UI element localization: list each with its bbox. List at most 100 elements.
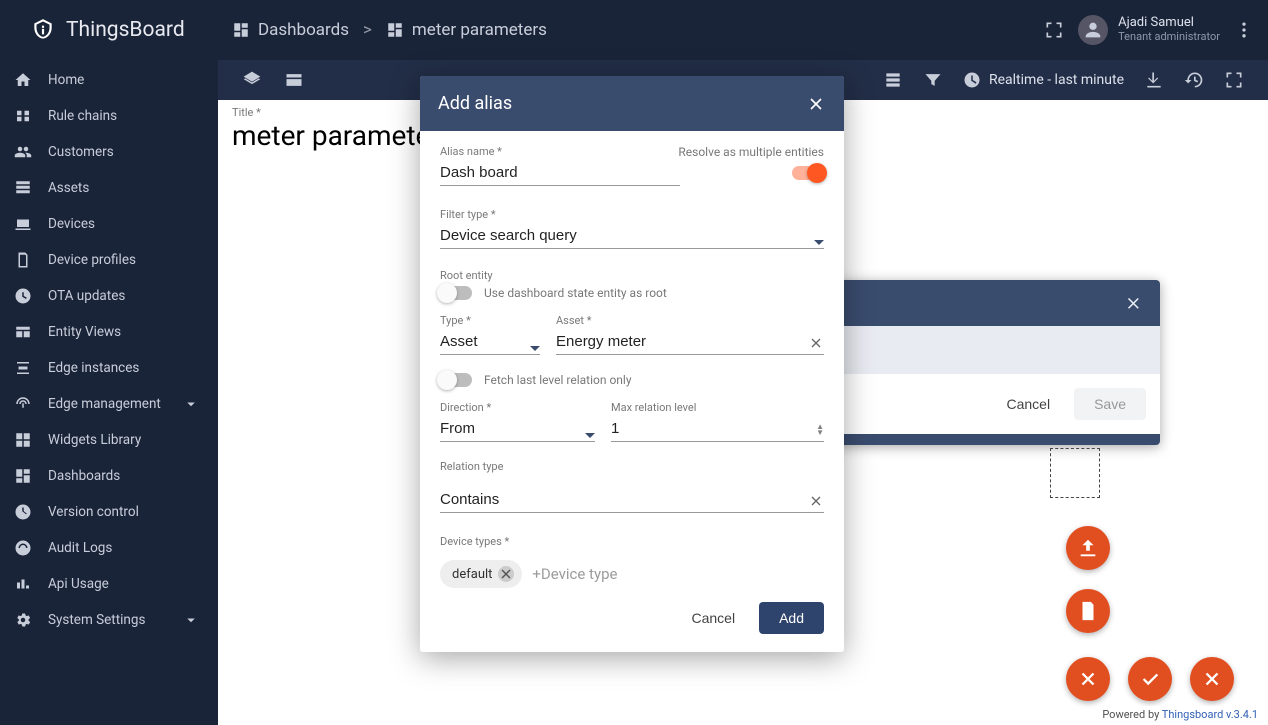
download-icon[interactable] (1144, 70, 1164, 90)
sidebar-item-system-settings[interactable]: System Settings (0, 602, 218, 638)
sidebar-item-edge-management[interactable]: Edge management (0, 386, 218, 422)
fullscreen-icon[interactable] (1044, 20, 1064, 40)
modal-title: Add alias (438, 93, 512, 114)
user-block[interactable]: Ajadi Samuel Tenant administrator (1078, 15, 1220, 45)
breadcrumb-separator: > (363, 20, 372, 40)
widgets-icon (14, 431, 32, 449)
chevron-down-icon (530, 339, 540, 349)
sidebar-item-label: System Settings (48, 612, 145, 628)
clear-icon[interactable] (808, 335, 824, 351)
breadcrumb-label: Dashboards (258, 20, 349, 40)
asset-input[interactable] (556, 329, 824, 355)
sidebar-item-audit-logs[interactable]: Audit Logs (0, 530, 218, 566)
add-device-type-placeholder[interactable]: +Device type (532, 565, 617, 583)
entity-save-button: Save (1074, 388, 1146, 420)
fullscreen2-icon[interactable] (1224, 70, 1244, 90)
entity-cancel-button[interactable]: Cancel (992, 388, 1064, 420)
alias-name-input[interactable] (440, 160, 680, 186)
user-name: Ajadi Samuel (1118, 16, 1220, 31)
entity-aliases-icon[interactable] (883, 70, 903, 90)
realtime-selector[interactable]: Realtime - last minute (963, 71, 1124, 89)
layers-icon[interactable] (242, 70, 262, 90)
type-select[interactable] (440, 329, 540, 355)
logo-icon (30, 17, 56, 43)
fab-cancel[interactable] (1190, 657, 1234, 701)
direction-select[interactable] (440, 416, 595, 442)
use-dashboard-state-toggle[interactable] (440, 286, 472, 300)
fab-apply[interactable] (1128, 657, 1172, 701)
sidebar-item-device-profiles[interactable]: Device profiles (0, 242, 218, 278)
customers-icon (14, 143, 32, 161)
footer-link[interactable]: Thingsboard v.3.4.1 (1162, 708, 1258, 721)
asset-label: Asset * (556, 314, 824, 327)
relation-type-input[interactable] (440, 487, 824, 513)
close-icon (1077, 668, 1099, 690)
sidebar-item-label: Rule chains (48, 108, 117, 124)
chip-remove[interactable] (498, 566, 514, 582)
clock-icon (963, 71, 981, 89)
max-relation-input[interactable] (611, 416, 824, 442)
chevron-down-icon (182, 611, 200, 629)
audit-logs-icon (14, 539, 32, 557)
fab-create[interactable] (1066, 589, 1110, 633)
sidebar-item-label: Audit Logs (48, 540, 112, 556)
footer-text: Powered by (1102, 708, 1161, 721)
sidebar-item-assets[interactable]: Assets (0, 170, 218, 206)
sidebar-item-edge-instances[interactable]: Edge instances (0, 350, 218, 386)
sidebar-item-label: Entity Views (48, 324, 121, 340)
home-icon (14, 71, 32, 89)
sidebar-item-home[interactable]: Home (0, 62, 218, 98)
layout-icon[interactable] (284, 70, 304, 90)
root-entity-label: Root entity (440, 269, 824, 282)
add-alias-dialog: Add alias Alias name * Resolve as multip… (420, 76, 844, 652)
history-icon[interactable] (1184, 70, 1204, 90)
breadcrumb-meter-parameters[interactable]: meter parameters (386, 20, 547, 40)
chip-label: default (452, 567, 492, 582)
resolve-toggle[interactable] (792, 166, 824, 180)
gear-icon (14, 611, 32, 629)
cancel-button[interactable]: Cancel (679, 602, 747, 634)
breadcrumb-dashboards[interactable]: Dashboards (232, 20, 349, 40)
sidebar: ThingsBoard Home Rule chains Customers A… (0, 0, 218, 725)
more-icon[interactable] (1234, 20, 1254, 40)
sidebar-item-version-control[interactable]: Version control (0, 494, 218, 530)
chevron-down-icon (182, 395, 200, 413)
device-types-label: Device types * (440, 535, 824, 548)
user-role: Tenant administrator (1118, 31, 1220, 44)
fab-delete[interactable] (1066, 657, 1110, 701)
direction-label: Direction * (440, 401, 595, 414)
close-icon[interactable] (806, 94, 826, 114)
widget-placeholder[interactable] (1050, 448, 1100, 498)
logo[interactable]: ThingsBoard (0, 0, 218, 60)
api-usage-icon (14, 575, 32, 593)
fetch-last-toggle[interactable] (440, 373, 472, 387)
sidebar-item-api-usage[interactable]: Api Usage (0, 566, 218, 602)
sidebar-item-customers[interactable]: Customers (0, 134, 218, 170)
relation-type-label: Relation type (440, 460, 824, 473)
logo-text: ThingsBoard (66, 18, 185, 42)
filters-icon[interactable] (923, 70, 943, 90)
add-button[interactable]: Add (759, 602, 824, 634)
close-icon (1201, 668, 1223, 690)
sidebar-item-dashboards[interactable]: Dashboards (0, 458, 218, 494)
alias-name-label: Alias name * (440, 145, 680, 158)
sidebar-item-rule-chains[interactable]: Rule chains (0, 98, 218, 134)
sidebar-item-label: Device profiles (48, 252, 136, 268)
dashboards-icon (232, 21, 250, 39)
close-icon[interactable] (1124, 294, 1142, 312)
sidebar-item-entity-views[interactable]: Entity Views (0, 314, 218, 350)
entity-views-icon (14, 323, 32, 341)
device-type-chip: default (440, 560, 522, 588)
sidebar-item-devices[interactable]: Devices (0, 206, 218, 242)
filter-type-select[interactable] (440, 223, 824, 249)
fab-upload[interactable] (1066, 526, 1110, 570)
clear-icon[interactable] (808, 493, 824, 509)
sidebar-item-ota-updates[interactable]: OTA updates (0, 278, 218, 314)
sidebar-item-widgets-library[interactable]: Widgets Library (0, 422, 218, 458)
number-stepper[interactable]: ▲▼ (816, 424, 824, 436)
footer: Powered by Thingsboard v.3.4.1 (1102, 706, 1258, 723)
sidebar-item-label: Home (48, 72, 84, 88)
dashboards-icon (14, 467, 32, 485)
edge-instances-icon (14, 359, 32, 377)
sidebar-item-label: Customers (48, 144, 114, 160)
